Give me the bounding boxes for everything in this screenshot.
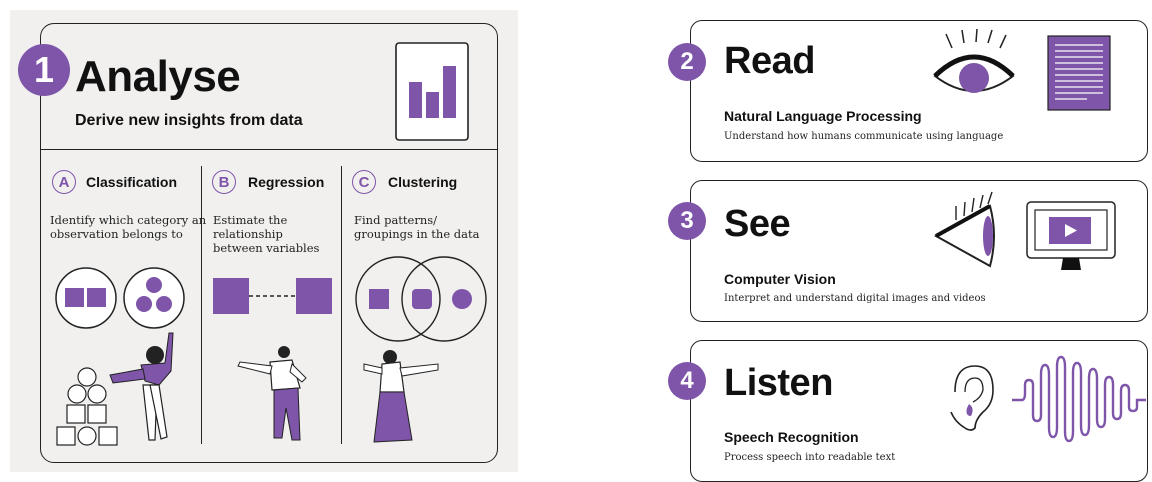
read-subtitle: Natural Language Processing [724,108,922,124]
bar-chart-icon [395,42,469,141]
letter-c-badge: C [352,170,376,194]
regression-title: Regression [248,174,325,190]
column-divider [201,166,202,444]
column-divider [341,166,342,444]
sound-wave-icon [1012,355,1146,443]
see-description: Interpret and understand digital images … [724,293,986,304]
step-number-badge: 1 [18,44,70,96]
letter-b-badge: B [212,170,236,194]
listen-title: Listen [724,362,833,404]
classification-title: Classification [86,174,178,190]
read-description: Understand how humans communicate using … [724,131,1004,142]
letter-a-badge: A [52,170,76,194]
listen-subtitle: Speech Recognition [724,429,859,445]
step-number-badge: 3 [668,202,706,240]
eye-icon [933,28,1015,93]
analyse-subtitle: Derive new insights from data [75,112,303,129]
clustering-illustration [355,256,487,443]
step-number-badge: 4 [668,362,706,400]
analyse-title: Analyse [75,52,241,101]
ear-icon [950,365,994,431]
monitor-play-icon [1026,201,1116,270]
see-subtitle: Computer Vision [724,271,836,287]
eye-side-icon [933,191,995,268]
step-number-badge: 2 [668,43,706,81]
listen-description: Process speech into readable text [724,452,896,463]
classification-desc: Identify which category an observation b… [50,213,207,241]
regression-illustration [213,278,332,441]
classification-illustration [55,267,185,446]
see-title: See [724,203,791,245]
regression-desc: Estimate the relationship between variab… [213,213,320,255]
clustering-title: Clustering [388,174,458,190]
analyse-divider [40,149,498,150]
clustering-desc: Find patterns/ groupings in the data [354,213,480,241]
read-title: Read [724,40,815,82]
document-icon [1047,35,1111,111]
